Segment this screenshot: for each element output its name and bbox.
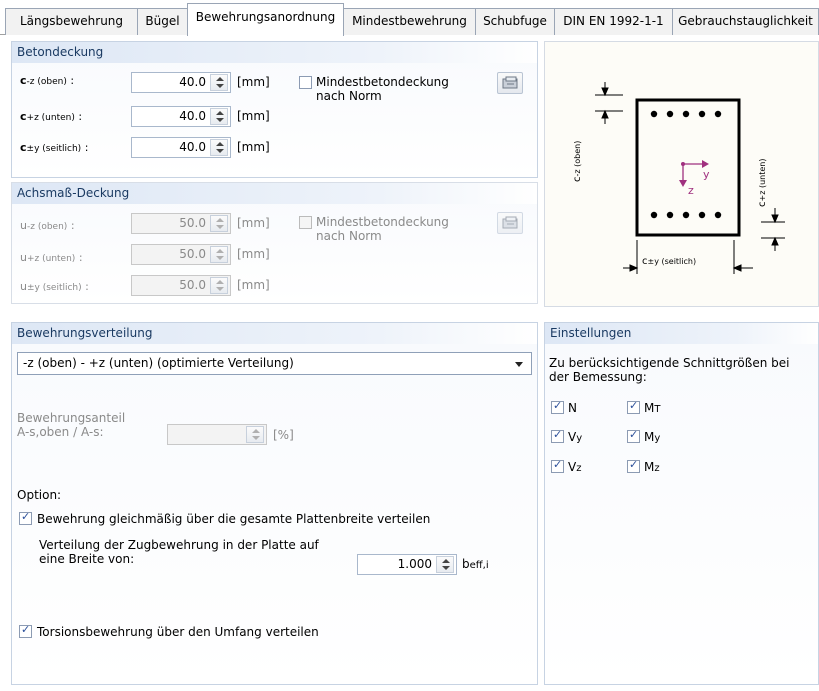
top-bars — [650, 110, 722, 118]
uy-seitlich-spinner[interactable] — [210, 277, 228, 294]
anteil-unit: [%] — [273, 428, 294, 442]
cz-unten-input[interactable]: 40.0 — [131, 106, 231, 127]
force-n-checkbox[interactable] — [551, 399, 564, 414]
zug-breite-spinner[interactable] — [436, 556, 454, 573]
cz-oben-input[interactable]: 40.0 — [131, 72, 231, 93]
einstellungen-desc-2: der Bemessung: — [549, 370, 647, 384]
mindestbetondeckung-label: Mindestbetondeckung nach Norm — [316, 75, 449, 103]
tab-bewehrungsanordnung[interactable]: Bewehrungsanordnung — [187, 3, 344, 36]
bottom-bars — [650, 211, 722, 219]
force-mt-label: MT — [644, 401, 661, 415]
cy-seitlich-unit: [mm] — [237, 140, 270, 154]
achsmass-panel: Achsmaß-Deckung — [11, 182, 538, 304]
cross-section-diagram: y z c-z (oben) c+z (unten) c±y (seitlich… — [544, 41, 819, 307]
anteil-input[interactable] — [167, 424, 267, 445]
gleichmaessig-label: Bewehrung gleichmäßig über die gesamte P… — [37, 512, 431, 526]
force-mt-checkbox[interactable] — [627, 399, 640, 414]
cz-oben-spinner[interactable] — [210, 74, 228, 91]
uz-oben-input[interactable]: 50.0 — [131, 213, 231, 234]
achsmass-norm-button[interactable] — [497, 212, 523, 234]
force-my-checkbox[interactable] — [627, 428, 640, 443]
uz-unten-input[interactable]: 50.0 — [131, 244, 231, 265]
zug-label-2: eine Breite von: — [39, 552, 135, 566]
uz-oben-unit: [mm] — [237, 216, 270, 230]
axis-z-label: z — [688, 184, 694, 197]
dim-top-label: c-z (oben) — [572, 141, 583, 182]
zug-breite-input[interactable]: 1.000 — [357, 554, 457, 575]
achsmass-mindest-label: Mindestbetondeckung nach Norm — [316, 215, 449, 243]
mindestbetondeckung-checkbox[interactable] — [299, 76, 312, 89]
force-vz-checkbox[interactable] — [551, 458, 564, 473]
anteil-label-2: A-s,oben / A-s: — [17, 425, 104, 439]
einstellungen-header: Einstellungen — [545, 323, 818, 344]
dim-bottom — [761, 208, 785, 251]
cy-seitlich-spinner[interactable] — [210, 139, 228, 156]
cz-oben-unit: [mm] — [237, 75, 270, 89]
force-mz-checkbox[interactable] — [627, 458, 640, 473]
force-n-label: N — [568, 401, 577, 415]
uz-oben-spinner[interactable] — [210, 215, 228, 232]
cross-section-svg: y z c-z (oben) c+z (unten) c±y (seitlich… — [572, 82, 785, 274]
uz-unten-unit: [mm] — [237, 247, 270, 261]
tab-din-en[interactable]: DIN EN 1992-1-1 — [554, 8, 673, 35]
chevron-down-icon — [515, 362, 523, 367]
tab-mindestbewehrung[interactable]: Mindestbewehrung — [343, 8, 476, 35]
achsmass-header: Achsmaß-Deckung — [12, 183, 537, 204]
norm-settings-icon — [502, 216, 518, 229]
zug-label-1: Verteilung der Zugbewehrung in der Platt… — [39, 538, 319, 552]
uz-unten-spinner[interactable] — [210, 246, 228, 263]
uy-seitlich-input[interactable]: 50.0 — [131, 275, 231, 296]
tab-gebrauchstauglichkeit[interactable]: Gebrauchstauglichkeit — [672, 8, 819, 35]
force-mz-label: Mz — [644, 460, 660, 474]
norm-settings-button[interactable] — [497, 72, 523, 94]
axis-y-label: y — [703, 168, 710, 181]
force-vz-label: Vz — [568, 460, 582, 474]
option-label: Option: — [17, 488, 62, 502]
betondeckung-header: Betondeckung — [12, 42, 537, 63]
dim-side-label: c±y (seitlich) — [642, 256, 696, 267]
tab-bar: Längsbewehrung Bügel Bewehrungsanordnung… — [0, 0, 819, 36]
betondeckung-panel: Betondeckung — [11, 41, 538, 178]
torsion-checkbox[interactable] — [19, 623, 32, 638]
dim-bottom-label: c+z (unten) — [757, 159, 768, 207]
force-vy-checkbox[interactable] — [551, 428, 564, 443]
verteilung-select[interactable]: -z (oben) - +z (unten) (optimierte Verte… — [17, 352, 532, 375]
tab-buegel[interactable]: Bügel — [137, 8, 188, 35]
force-vy-label: Vy — [568, 430, 583, 444]
uy-seitlich-unit: [mm] — [237, 278, 270, 292]
force-my-label: My — [644, 430, 661, 444]
uz-oben-label: u-z (oben) : — [20, 219, 75, 232]
cy-seitlich-label: c±y (seitlich) : — [20, 141, 89, 154]
cz-oben-label: c-z (oben) : — [20, 74, 75, 87]
uy-seitlich-label: u±y (seitlich) : — [20, 280, 89, 293]
achsmass-mindest-checkbox[interactable] — [299, 216, 312, 229]
einstellungen-desc-1: Zu berücksichtigende Schnittgrößen bei — [549, 356, 790, 370]
verteilung-header: Bewehrungsverteilung — [12, 323, 537, 344]
torsion-label: Torsionsbewehrung über den Umfang vertei… — [37, 625, 319, 639]
cy-seitlich-input[interactable]: 40.0 — [131, 137, 231, 158]
uz-unten-label: u+z (unten) : — [20, 251, 83, 264]
cz-unten-spinner[interactable] — [210, 108, 228, 125]
gleichmaessig-checkbox[interactable] — [19, 510, 32, 525]
norm-settings-icon — [502, 76, 518, 89]
dim-top — [595, 82, 623, 124]
zug-breite-unit: beff,i — [462, 557, 489, 571]
anteil-spinner[interactable] — [246, 426, 264, 443]
cz-unten-label: c+z (unten) : — [20, 110, 83, 123]
tab-schubfuge[interactable]: Schubfuge — [475, 8, 555, 35]
anteil-label-1: Bewehrungsanteil — [17, 411, 126, 425]
cz-unten-unit: [mm] — [237, 109, 270, 123]
tab-laengsbewehrung[interactable]: Längsbewehrung — [5, 8, 138, 35]
